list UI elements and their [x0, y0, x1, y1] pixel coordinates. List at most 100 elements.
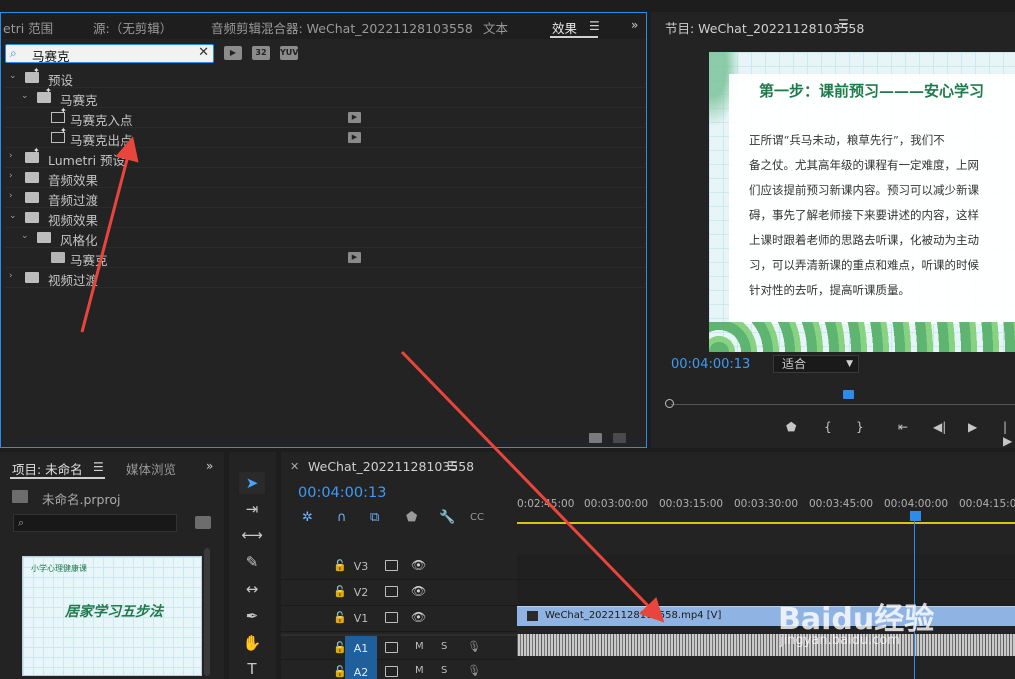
- microphone-icon[interactable]: 🎙: [467, 640, 481, 653]
- expand-chevron-down-icon[interactable]: ⌄: [21, 91, 29, 101]
- step-back-icon[interactable]: ◀|: [933, 420, 946, 434]
- program-time-ruler[interactable]: [665, 390, 1015, 410]
- track-lane-v3[interactable]: [517, 554, 1015, 580]
- project-scrollbar[interactable]: [204, 548, 210, 676]
- razor-tool-icon[interactable]: ✎: [239, 551, 265, 573]
- expand-chevron-down-icon[interactable]: ⌄: [21, 231, 29, 241]
- eye-icon[interactable]: 👁: [411, 610, 426, 624]
- eye-icon[interactable]: 👁: [411, 584, 426, 598]
- tree-item-mosaic-in[interactable]: 马赛克入点 ▶: [5, 106, 646, 128]
- program-timecode[interactable]: 00:04:00:13: [671, 357, 750, 372]
- hand-tool-icon[interactable]: ✋: [239, 632, 265, 654]
- tree-item-presets[interactable]: ⌄ 预设: [5, 66, 646, 88]
- add-marker-icon[interactable]: ⬟: [406, 510, 417, 525]
- tree-item-mosaic-out[interactable]: 马赛克出点 ▶: [5, 126, 646, 148]
- track-name-v1[interactable]: V1: [345, 606, 377, 631]
- mark-in-icon[interactable]: {: [824, 420, 832, 434]
- panel-menu-icon[interactable]: ☰: [93, 460, 104, 474]
- close-icon[interactable]: ✕: [290, 460, 299, 473]
- accelerated-effects-filter-icon[interactable]: ▶: [224, 46, 242, 60]
- expand-chevron-right-icon[interactable]: ›: [9, 151, 13, 161]
- ruler-start-handle[interactable]: [665, 399, 674, 408]
- nest-sequence-icon[interactable]: ✲: [302, 510, 313, 525]
- overflow-chevrons-icon[interactable]: »: [631, 18, 638, 32]
- mute-button[interactable]: M: [415, 665, 424, 676]
- tab-audio-clip-mixer[interactable]: 音频剪辑混合器: WeChat_20221128103558: [211, 18, 473, 37]
- panel-menu-icon[interactable]: ☰: [589, 19, 600, 33]
- expand-chevron-down-icon[interactable]: ⌄: [9, 71, 17, 81]
- tree-item-mosaic-preset-folder[interactable]: ⌄ 马赛克: [5, 86, 646, 108]
- playhead-marker-icon[interactable]: [843, 390, 854, 399]
- effects-search-value[interactable]: 马赛克: [32, 46, 70, 65]
- panel-menu-icon[interactable]: ☰: [447, 459, 458, 473]
- trash-icon[interactable]: [613, 433, 626, 443]
- sync-lock-icon[interactable]: [385, 666, 398, 677]
- track-lane-v2[interactable]: [517, 580, 1015, 606]
- track-name-v3[interactable]: V3: [345, 554, 377, 579]
- video-clip-v1[interactable]: WeChat_20221128103558.mp4 [V]: [517, 606, 1015, 626]
- zoom-fit-select[interactable]: 适合 ▼: [773, 355, 859, 373]
- tree-item-lumetri-presets[interactable]: › Lumetri 预设: [5, 146, 646, 168]
- microphone-icon[interactable]: 🎙: [467, 664, 481, 677]
- pen-tool-icon[interactable]: ✒: [239, 605, 265, 627]
- slip-tool-icon[interactable]: ↔: [239, 578, 265, 600]
- selection-tool-icon[interactable]: ➤: [239, 472, 265, 494]
- work-area-bar[interactable]: [517, 522, 1015, 524]
- snap-magnet-icon[interactable]: ∩: [337, 510, 347, 525]
- tree-item-video-transitions[interactable]: › 视频过渡: [5, 268, 646, 288]
- mute-button[interactable]: M: [415, 641, 424, 652]
- solo-button[interactable]: S: [441, 665, 447, 676]
- linked-selection-icon[interactable]: ⧉: [370, 510, 379, 525]
- expand-chevron-right-icon[interactable]: ›: [9, 191, 13, 201]
- mark-out-icon[interactable]: }: [856, 420, 864, 434]
- tree-item-video-effects[interactable]: ⌄ 视频效果: [5, 208, 646, 228]
- sync-lock-icon[interactable]: [385, 586, 398, 597]
- tab-text[interactable]: 文本: [483, 18, 508, 37]
- program-video-frame[interactable]: 第一步：课前预习———安心学习 正所谓“兵马未动，粮草先行”，我们不 备之仗。尤…: [709, 52, 1015, 352]
- track-name-v2[interactable]: V2: [345, 580, 377, 605]
- expand-chevron-right-icon[interactable]: ›: [9, 271, 13, 281]
- program-monitor-title[interactable]: 节目: WeChat_20221128103558: [665, 18, 864, 37]
- type-tool-icon[interactable]: T: [239, 658, 265, 679]
- captions-icon[interactable]: CC: [470, 512, 484, 523]
- solo-button[interactable]: S: [441, 641, 447, 652]
- timeline-ruler[interactable]: 0:02:45:00 00:03:00:00 00:03:15:00 00:03…: [517, 492, 1015, 526]
- track-name-a2[interactable]: A2: [345, 660, 377, 679]
- tab-source[interactable]: 源:（无剪辑）: [93, 18, 172, 37]
- tab-project[interactable]: 项目: 未命名: [12, 459, 83, 478]
- step-forward-icon[interactable]: |▶: [1003, 420, 1015, 448]
- audio-clip-a1[interactable]: [517, 634, 1015, 656]
- tree-item-audio-effects[interactable]: › 音频效果: [5, 168, 646, 188]
- 32bit-filter-button[interactable]: 32: [252, 46, 270, 60]
- overflow-chevrons-icon[interactable]: »: [206, 459, 213, 473]
- tree-item-mosaic-effect[interactable]: 马赛克 ▶: [5, 248, 646, 268]
- track-select-tool-icon[interactable]: ⇥: [239, 498, 265, 520]
- sync-lock-icon[interactable]: [385, 612, 398, 623]
- eye-icon[interactable]: 👁: [411, 558, 426, 572]
- panel-menu-icon[interactable]: ☰: [838, 17, 849, 31]
- ripple-edit-tool-icon[interactable]: ⟷: [239, 524, 265, 546]
- sync-lock-icon[interactable]: [385, 642, 398, 653]
- play-icon[interactable]: ▶: [968, 420, 977, 434]
- add-marker-icon[interactable]: ⬟: [786, 420, 796, 434]
- clear-search-icon[interactable]: ✕: [198, 45, 209, 60]
- track-name-a1[interactable]: A1: [345, 636, 377, 661]
- project-item-thumbnail[interactable]: 小学心理健康课 居家学习五步法: [22, 556, 202, 676]
- tree-item-stylize[interactable]: ⌄ 风格化: [5, 228, 646, 248]
- expand-chevron-right-icon[interactable]: ›: [9, 171, 13, 181]
- project-search-input[interactable]: ⌕: [13, 514, 177, 532]
- timeline-timecode[interactable]: 00:04:00:13: [298, 485, 386, 501]
- effects-search-field[interactable]: ⌕ 马赛克 ✕: [5, 44, 214, 65]
- find-bin-icon[interactable]: [195, 516, 211, 529]
- wrench-icon[interactable]: 🔧: [439, 510, 455, 525]
- sync-lock-icon[interactable]: [385, 560, 398, 571]
- yuv-filter-button[interactable]: YUV: [280, 46, 298, 60]
- new-bin-icon[interactable]: [589, 433, 602, 443]
- tab-lumetri-scopes[interactable]: etri 范围: [3, 18, 53, 37]
- playhead-marker-icon[interactable]: [910, 511, 921, 521]
- tab-media-browser[interactable]: 媒体浏览: [126, 459, 176, 478]
- go-to-in-icon[interactable]: ⇤: [898, 420, 908, 434]
- tab-effects[interactable]: 效果: [552, 18, 577, 37]
- tree-item-audio-transitions[interactable]: › 音频过渡: [5, 188, 646, 208]
- expand-chevron-down-icon[interactable]: ⌄: [9, 211, 17, 221]
